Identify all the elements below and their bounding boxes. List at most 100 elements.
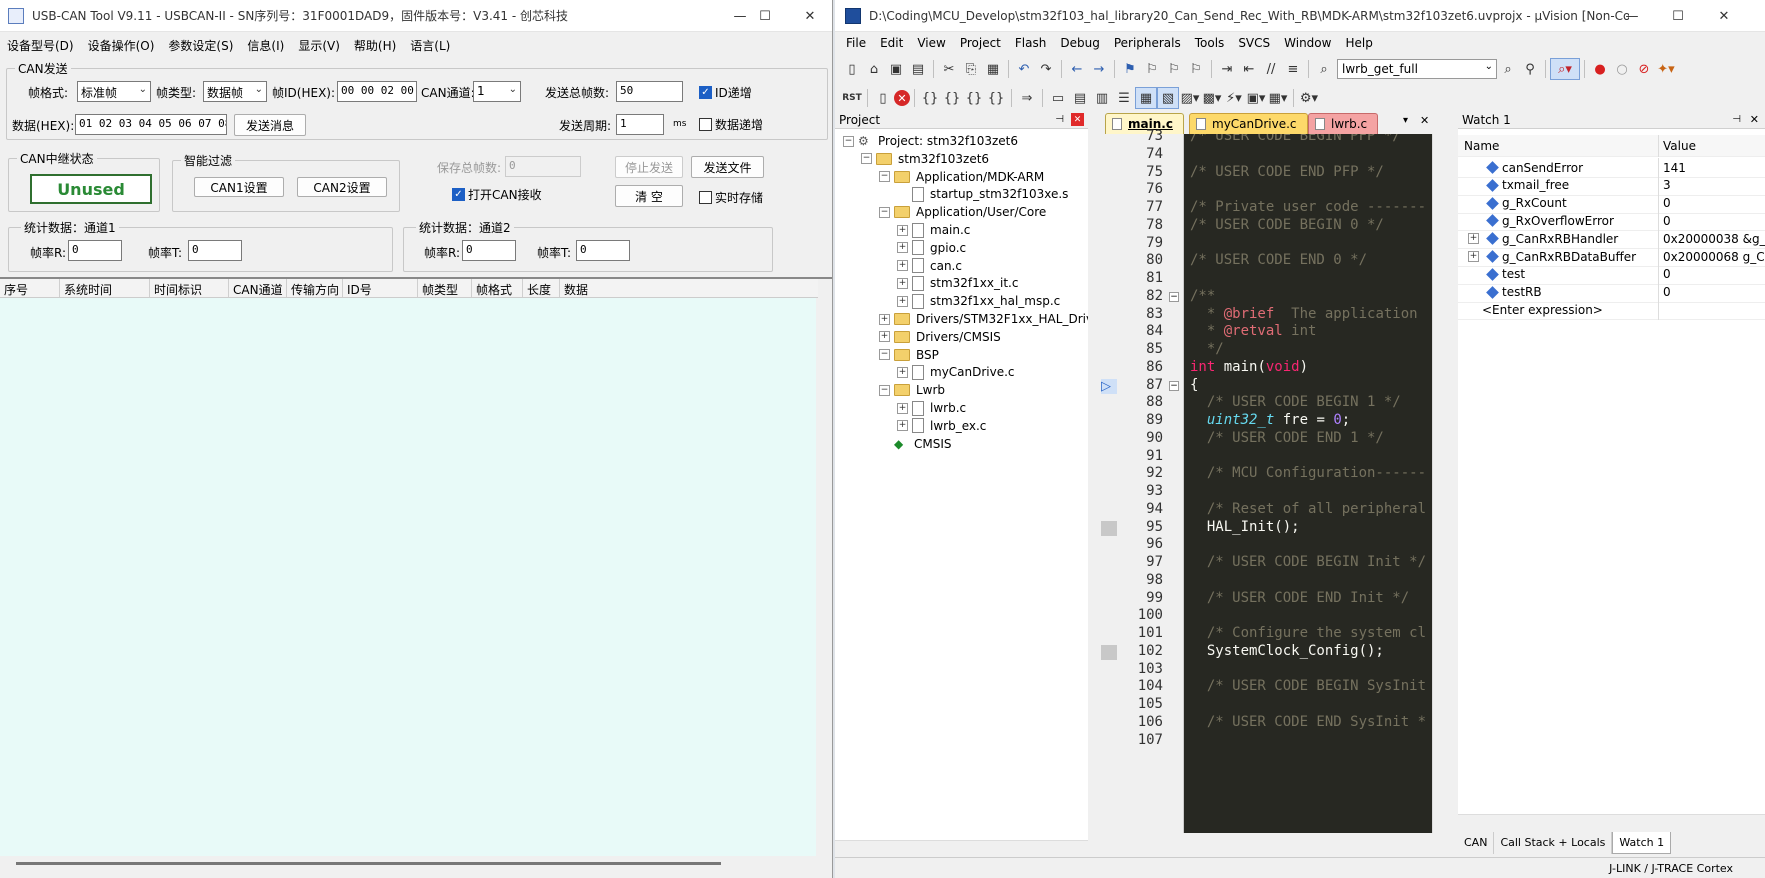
expand-icon[interactable]: + [897,260,908,272]
menu-project[interactable]: Project [953,36,1008,50]
indent-icon[interactable]: ⇥ [1216,58,1238,80]
realtime-save-checkbox[interactable]: 实时存储 [699,189,763,206]
bookmark-icon[interactable]: ⚑ [1119,58,1141,80]
expand-icon[interactable]: + [879,331,890,343]
expand-icon[interactable]: + [1468,251,1479,262]
expand-icon[interactable]: + [879,313,890,325]
code-editor[interactable]: /* USER CODE BEGIN PFP */ /* USER CODE EN… [1184,134,1432,833]
expand-icon[interactable]: − [843,135,854,147]
copy-icon[interactable]: ⎘ [960,58,982,80]
watch-window-icon[interactable]: ▧ [1157,87,1179,109]
editor-hscrollbar[interactable] [1099,840,1447,855]
send-period-input[interactable]: 1 [616,114,664,135]
expand-icon[interactable]: + [897,224,908,236]
menu-svcs[interactable]: SVCS [1231,36,1277,50]
usbcan-titlebar[interactable]: USB-CAN Tool V9.11 - USBCAN-II - SN序列号：3… [0,0,832,32]
close-icon[interactable]: ✕ [1071,113,1084,126]
col-length[interactable]: 长度 [523,279,560,297]
paste-icon[interactable]: ▦ [982,58,1004,80]
tab-call-stack-locals[interactable]: Call Stack + Locals [1494,832,1613,854]
symbols-icon[interactable]: ▥ [1091,87,1113,109]
col-id[interactable]: ID号 [343,279,418,297]
analysis-window-icon[interactable]: ⚡▾ [1223,87,1245,109]
menu-peripherals[interactable]: Peripherals [1107,36,1188,50]
run-icon[interactable]: ▯ [872,87,894,109]
horizontal-scrollbar[interactable] [16,862,721,865]
data-hex-input[interactable]: 01 02 03 04 05 06 07 08 [75,114,227,135]
col-can-channel[interactable]: CAN通道 [229,279,287,297]
serial-window-icon[interactable]: ▩▾ [1201,87,1223,109]
menu-file[interactable]: File [839,36,873,50]
nav-back-icon[interactable]: ← [1066,58,1088,80]
call-stack-icon[interactable]: ▦ [1135,87,1157,109]
expand-icon[interactable]: − [879,349,890,361]
cut-icon[interactable]: ✂ [938,58,960,80]
vertical-scrollbar[interactable] [816,298,832,856]
save-all-icon[interactable]: ▤ [907,58,929,80]
menu-display[interactable]: 显示(V) [291,37,347,54]
col-timestamp[interactable]: 时间标识 [150,279,229,297]
redo-icon[interactable]: ↷ [1035,58,1057,80]
menu-view[interactable]: View [910,36,952,50]
col-data[interactable]: 数据 [560,279,660,297]
maximize-icon[interactable]: ☐ [1655,0,1701,32]
expand-icon[interactable]: + [897,366,908,378]
new-file-icon[interactable]: ▯ [841,58,863,80]
menu-params[interactable]: 参数设定(S) [161,37,240,54]
breakpoint-icon[interactable]: ● [1589,58,1611,80]
can1-settings-button[interactable]: CAN1设置 [194,177,284,197]
expand-icon[interactable]: + [897,295,908,307]
tools-icon[interactable]: ✦▾ [1655,58,1677,80]
frame-format-select[interactable]: 标准帧 ⌄ [77,81,151,102]
undo-icon[interactable]: ↶ [1013,58,1035,80]
col-direction[interactable]: 传输方向 [287,279,343,297]
editor-vscrollbar[interactable] [1432,134,1447,833]
trace-window-icon[interactable]: ▣▾ [1245,87,1267,109]
menu-edit[interactable]: Edit [873,36,910,50]
pin-icon[interactable]: ⊣ [1055,114,1064,125]
stop-send-button[interactable]: 停止发送 [615,156,683,178]
find-in-files-icon[interactable]: ⌕ [1313,58,1335,80]
open-can-receive-checkbox[interactable]: ✓ 打开CAN接收 [452,186,542,203]
find-combo[interactable]: lwrb_get_full ⌄ [1337,59,1497,79]
watch-col-name[interactable]: Name [1464,139,1499,153]
menu-window[interactable]: Window [1277,36,1338,50]
current-line-arrow-icon[interactable]: ▷ [1101,378,1117,394]
watch-enter-value[interactable] [1658,299,1765,320]
incremental-find-icon[interactable]: ⚲ [1519,58,1541,80]
col-frame-format[interactable]: 帧格式 [472,279,523,297]
registers-icon[interactable]: ☰ [1113,87,1135,109]
run-to-cursor-icon[interactable]: {} [985,87,1007,109]
col-index[interactable]: 序号 [0,279,60,297]
system-viewer-icon[interactable]: ▦▾ [1267,87,1289,109]
frame-id-input[interactable]: 00 00 02 00 [337,81,417,102]
bookmark-clear-icon[interactable]: ⚐ [1185,58,1207,80]
fold-icon[interactable]: − [1169,380,1179,391]
pin-icon[interactable]: ⊣ [1732,114,1741,125]
menu-info[interactable]: 信息(I) [240,37,291,54]
data-increment-checkbox[interactable]: 数据递增 [699,116,763,133]
tree-item[interactable]: ◆ CMSIS [879,434,952,454]
frame-type-select[interactable]: 数据帧 ⌄ [203,81,267,102]
save-icon[interactable]: ▣ [885,58,907,80]
tab-mycandrive-c[interactable]: myCanDrive.c [1189,113,1308,134]
menu-device-op[interactable]: 设备操作(O) [81,37,162,54]
bookmark-next-icon[interactable]: ⚐ [1163,58,1185,80]
toolbox-icon[interactable]: ⚙▾ [1298,87,1320,109]
expand-icon[interactable]: − [879,171,890,183]
watch-col-value[interactable]: Value [1658,134,1765,157]
breakpoint-kill-icon[interactable]: ⊘ [1633,58,1655,80]
clear-button[interactable]: 清 空 [615,185,683,207]
can-channel-select[interactable]: 1 ⌄ [473,81,521,102]
reset-icon[interactable]: RST [841,87,863,109]
col-frame-type[interactable]: 帧类型 [418,279,472,297]
maximize-icon[interactable]: ☐ [742,0,788,32]
menu-debug[interactable]: Debug [1053,36,1106,50]
menu-tools[interactable]: Tools [1188,36,1232,50]
send-file-button[interactable]: 发送文件 [691,156,764,178]
memory-window-icon[interactable]: ▨▾ [1179,87,1201,109]
close-icon[interactable]: ✕ [1701,0,1747,32]
bookmark-prev-icon[interactable]: ⚐ [1141,58,1163,80]
total-send-input[interactable]: 50 [616,81,683,102]
uvision-titlebar[interactable]: D:\Coding\MCU_Develop\stm32f103_hal_libr… [835,0,1765,32]
